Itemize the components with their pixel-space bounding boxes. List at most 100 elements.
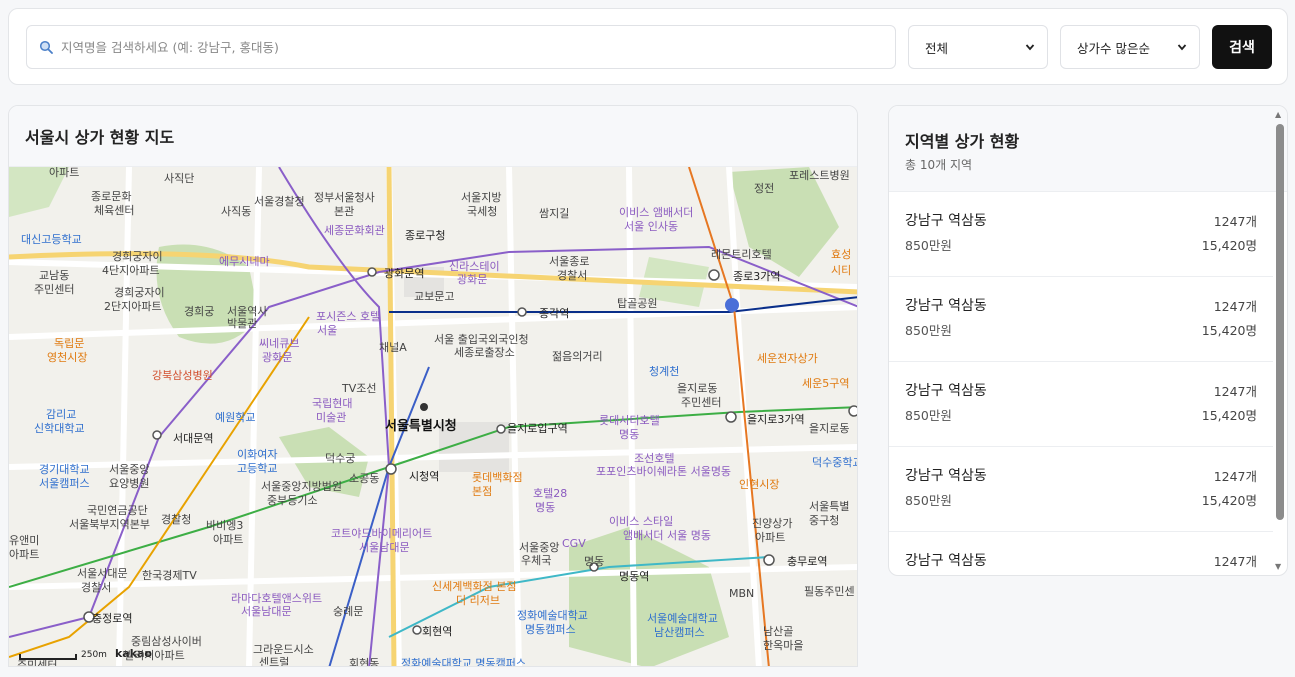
- map-label[interactable]: 서울특별시청: [385, 415, 457, 434]
- map-label[interactable]: 소공동: [349, 470, 379, 486]
- map-label[interactable]: 주민센터: [17, 657, 57, 666]
- map-label[interactable]: 경찰청: [161, 511, 191, 527]
- map-label[interactable]: 강북삼성병원: [152, 367, 213, 383]
- map-label[interactable]: 탑골공원: [617, 295, 657, 311]
- map-label[interactable]: 포포인츠바이쉐라톤 서울명동: [596, 463, 731, 479]
- map-label[interactable]: 광화문: [457, 271, 487, 287]
- map-label[interactable]: 정전: [754, 180, 774, 196]
- map-label[interactable]: 종각역: [539, 305, 569, 321]
- map-label[interactable]: 본점: [472, 483, 492, 499]
- map-label[interactable]: 명동: [584, 553, 604, 569]
- map-label[interactable]: 아파트: [755, 529, 785, 545]
- map-label[interactable]: 충무로역: [787, 553, 827, 569]
- map-label[interactable]: 서울남대문: [241, 603, 292, 619]
- map-label[interactable]: 청계천: [649, 363, 679, 379]
- map-label[interactable]: 채널A: [379, 339, 407, 355]
- map-label[interactable]: 숭례문: [333, 603, 363, 619]
- search-input[interactable]: [61, 39, 861, 55]
- map-label[interactable]: 주민센터: [34, 281, 74, 297]
- map-label[interactable]: 레몬트리호텔: [711, 246, 772, 262]
- map-label[interactable]: 앰배서더 서울 명동: [623, 527, 711, 543]
- map-label[interactable]: 을지로3가역: [747, 411, 805, 427]
- map-label[interactable]: MBN: [729, 587, 754, 600]
- map-label[interactable]: 아파트: [9, 546, 39, 562]
- list-scrollbar[interactable]: ▲ ▼: [1273, 106, 1287, 575]
- map-label[interactable]: 명동역: [619, 568, 649, 584]
- list-item[interactable]: 강남구 역삼동 1247개 850만원 15,420명: [889, 362, 1273, 447]
- map-label[interactable]: 덕수중학교: [812, 454, 857, 470]
- map-label[interactable]: 서울남대문: [359, 539, 410, 555]
- list-item[interactable]: 강남구 역삼동 1247개 850만원 15,420명: [889, 192, 1273, 277]
- map-label[interactable]: 을지로동: [809, 420, 849, 436]
- map-label[interactable]: 광화문: [262, 349, 292, 365]
- sort-select[interactable]: 상가수 많은순: [1060, 25, 1200, 69]
- map-label[interactable]: 경찰서: [557, 267, 587, 283]
- map-label[interactable]: 서울경찰청: [254, 193, 305, 209]
- map-label[interactable]: 고등학교: [237, 460, 277, 476]
- map-label[interactable]: 회현동: [349, 655, 379, 666]
- map-label[interactable]: 남산캠퍼스: [654, 624, 705, 640]
- map-label[interactable]: 한옥마을: [763, 637, 803, 653]
- map-label[interactable]: 충정로역: [92, 610, 132, 626]
- map-label[interactable]: TV조선: [342, 380, 376, 396]
- map-label[interactable]: 우체국: [521, 552, 551, 568]
- map-label[interactable]: 경찰서: [81, 579, 111, 595]
- map-label[interactable]: 명동: [535, 499, 555, 515]
- map-label[interactable]: 종로구청: [405, 227, 445, 243]
- map-label[interactable]: 인현시장: [739, 476, 779, 492]
- scroll-down-icon[interactable]: ▼: [1275, 562, 1281, 571]
- map-label[interactable]: 회현역: [422, 623, 452, 639]
- map-label[interactable]: 서울캠퍼스: [39, 475, 90, 491]
- map-label[interactable]: 시청역: [409, 468, 439, 484]
- map-label[interactable]: 에무시네마: [219, 253, 270, 269]
- map-label[interactable]: 미술관: [316, 409, 346, 425]
- map-label[interactable]: 센트럴: [259, 654, 289, 666]
- map-label[interactable]: 한국경제TV: [142, 567, 197, 583]
- map-label[interactable]: 체육센터: [94, 202, 134, 218]
- search-button[interactable]: 검색: [1212, 25, 1272, 69]
- map-label[interactable]: 서울: [317, 322, 337, 338]
- map-label[interactable]: 세종로출장소: [454, 344, 515, 360]
- region-select[interactable]: 전체: [908, 25, 1048, 69]
- map-label[interactable]: 본관: [334, 203, 354, 219]
- map-label[interactable]: 포레스트병원: [789, 167, 850, 183]
- map-label[interactable]: 대신고등학교: [21, 231, 82, 247]
- map-label[interactable]: 주민센터: [681, 394, 721, 410]
- map-label[interactable]: 필동주민센: [804, 583, 855, 599]
- map-label[interactable]: 2단지아파트: [104, 298, 162, 314]
- map-label[interactable]: 명동캠퍼스: [525, 621, 576, 637]
- map-label[interactable]: 중구청: [809, 512, 839, 528]
- map-label[interactable]: 교보문고: [414, 288, 454, 304]
- map-label[interactable]: 사직동: [221, 203, 251, 219]
- map-label[interactable]: 경희궁: [184, 303, 214, 319]
- map-label[interactable]: 국세청: [467, 203, 497, 219]
- map-label[interactable]: 을지로입구역: [507, 420, 568, 436]
- map-label[interactable]: 예원학교: [215, 409, 255, 425]
- map-label[interactable]: 요양병원: [109, 475, 149, 491]
- map-label[interactable]: 박물관: [227, 315, 257, 331]
- map-label[interactable]: 효성: [831, 246, 851, 262]
- list-item[interactable]: 강남구 역삼동 1247개 850만원 15,420명: [889, 447, 1273, 532]
- map-label[interactable]: 아파트: [213, 531, 243, 547]
- map-label[interactable]: 정화예술대학교 명동캠퍼스: [401, 655, 526, 666]
- map-label[interactable]: 덕수궁: [325, 450, 355, 466]
- map-label[interactable]: 젊음의거리: [552, 348, 603, 364]
- list-item[interactable]: 강남구 역삼동 1247개: [889, 532, 1273, 575]
- map-label[interactable]: 빌리지아파트: [124, 647, 185, 663]
- map-label[interactable]: 종로3가역: [733, 268, 780, 284]
- map-label[interactable]: 아파트: [49, 167, 79, 180]
- list-item[interactable]: 강남구 역삼동 1247개 850만원 15,420명: [889, 277, 1273, 362]
- map-label[interactable]: 쌈지길: [539, 205, 569, 221]
- map-label[interactable]: 4단지아파트: [102, 262, 160, 278]
- map-label[interactable]: 명동: [619, 426, 639, 442]
- map-label[interactable]: 세종문화회관: [324, 222, 385, 238]
- map-label[interactable]: 중부등기소: [267, 492, 318, 508]
- map-label[interactable]: 신학대학교: [34, 420, 85, 436]
- map-label[interactable]: 서울북부지역본부: [69, 516, 150, 532]
- map-label[interactable]: 시티: [831, 262, 851, 278]
- scroll-up-icon[interactable]: ▲: [1275, 110, 1281, 119]
- scroll-thumb[interactable]: [1276, 124, 1284, 520]
- map-label[interactable]: CGV: [562, 537, 586, 550]
- map-label[interactable]: 서울 인사동: [624, 218, 678, 234]
- map-label[interactable]: 세운전자상가: [757, 350, 818, 366]
